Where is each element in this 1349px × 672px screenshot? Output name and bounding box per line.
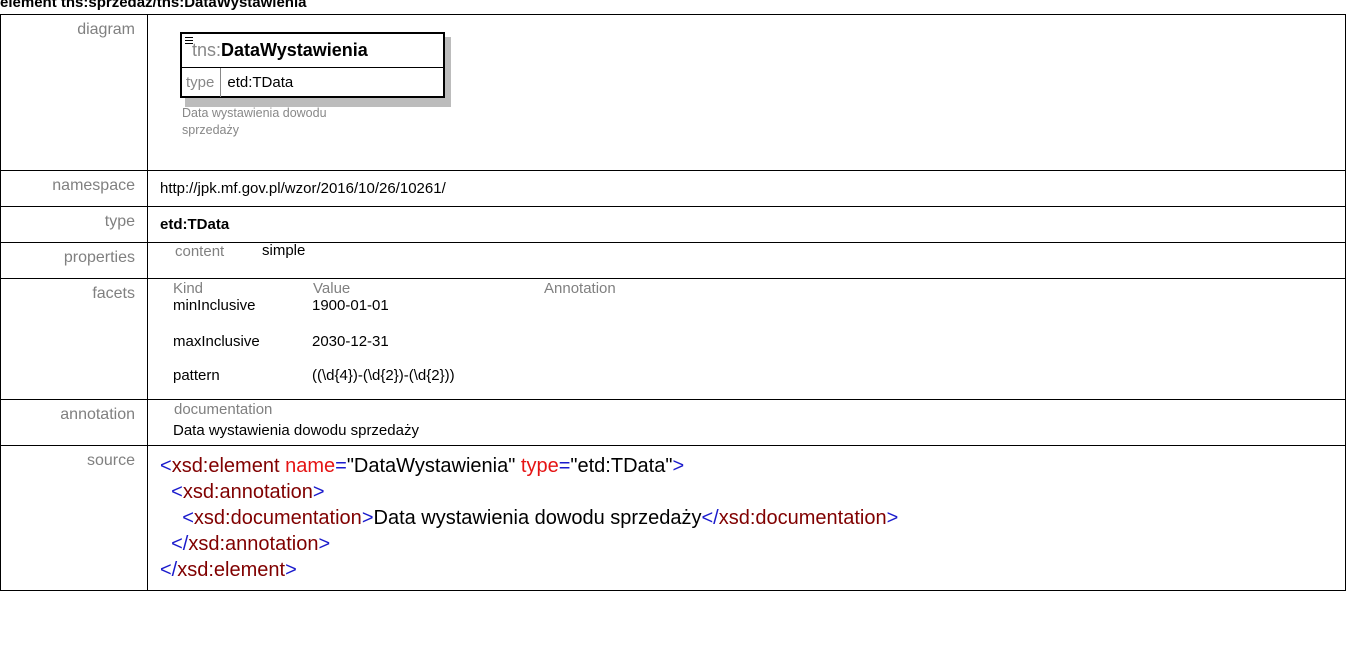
sequence-lines-icon — [185, 37, 193, 46]
source-label: source — [0, 445, 148, 591]
properties-value: simple — [262, 242, 306, 259]
facets-header-value: Value — [313, 280, 351, 297]
diagram-annotation: Data wystawienia dowodu sprzedaży — [182, 106, 327, 137]
annotation-cell: documentation Data wystawienia dowodu sp… — [147, 399, 1346, 446]
element-prefix: tns: — [192, 40, 222, 60]
facet-value: 1900-01-01 — [312, 297, 389, 314]
annotation-header: documentation — [174, 401, 273, 418]
diagram-label: diagram — [0, 14, 148, 171]
element-type-row: type etd:TData — [182, 68, 443, 97]
source-line: </xsd:annotation> — [171, 533, 331, 555]
source-row: source <xsd:element name="DataWystawieni… — [0, 445, 1346, 591]
source-code: <xsd:element name="DataWystawienia" type… — [160, 446, 1345, 590]
type-cell: etd:TData — [147, 206, 1346, 243]
properties-key: content — [175, 243, 225, 260]
facet-kind: pattern — [173, 367, 220, 384]
annotation-label: annotation — [0, 399, 148, 446]
source-line: <xsd:annotation> — [171, 481, 325, 503]
facet-kind: maxInclusive — [173, 333, 260, 350]
element-type-value: etd:TData — [227, 74, 294, 91]
page-title: element tns:sprzedaz/tns:DataWystawienia — [0, 0, 307, 11]
properties-label: properties — [0, 242, 148, 279]
properties-cell: content simple — [147, 242, 1346, 279]
diagram: tns:DataWystawienia type etd:TData Data … — [160, 15, 1345, 170]
source-line: <xsd:element name="DataWystawienia" type… — [160, 455, 685, 477]
facets-table: Kind Value Annotation minInclusive 1900-… — [160, 279, 1345, 399]
element-box[interactable]: tns:DataWystawienia type etd:TData — [180, 32, 445, 98]
type-label: type — [0, 206, 148, 243]
source-line: <xsd:documentation>Data wystawienia dowo… — [182, 507, 899, 529]
facets-cell: Kind Value Annotation minInclusive 1900-… — [147, 278, 1346, 400]
source-cell: <xsd:element name="DataWystawienia" type… — [147, 445, 1346, 591]
facets-row: facets Kind Value Annotation minInclusiv… — [0, 278, 1346, 400]
diagram-row: diagram tns:DataWystawienia type etd:TDa… — [0, 14, 1346, 171]
annotation-text: Data wystawienia dowodu sprzedaży — [173, 422, 419, 439]
facets-header-annotation: Annotation — [544, 280, 616, 297]
facet-value: ((\d{4})-(\d{2})-(\d{2})) — [312, 367, 455, 384]
namespace-row: namespace http://jpk.mf.gov.pl/wzor/2016… — [0, 170, 1346, 207]
element-name: DataWystawienia — [221, 40, 368, 60]
diagram-cell: tns:DataWystawienia type etd:TData Data … — [147, 14, 1346, 171]
facet-value: 2030-12-31 — [312, 333, 389, 350]
namespace-label: namespace — [0, 170, 148, 207]
annotation-row: annotation documentation Data wystawieni… — [0, 399, 1346, 446]
facets-header-kind: Kind — [173, 280, 204, 297]
element-type-key: type — [182, 68, 222, 97]
namespace-value: http://jpk.mf.gov.pl/wzor/2016/10/26/102… — [147, 170, 1346, 207]
element-properties-table: diagram tns:DataWystawienia type etd:TDa… — [0, 14, 1346, 591]
type-row: type etd:TData — [0, 206, 1346, 243]
element-box-header: tns:DataWystawienia — [182, 34, 443, 68]
facets-label: facets — [0, 278, 148, 400]
type-value[interactable]: etd:TData — [160, 216, 229, 233]
source-line: </xsd:element> — [160, 559, 297, 581]
facet-kind: minInclusive — [173, 297, 256, 314]
properties-row: properties content simple — [0, 242, 1346, 279]
